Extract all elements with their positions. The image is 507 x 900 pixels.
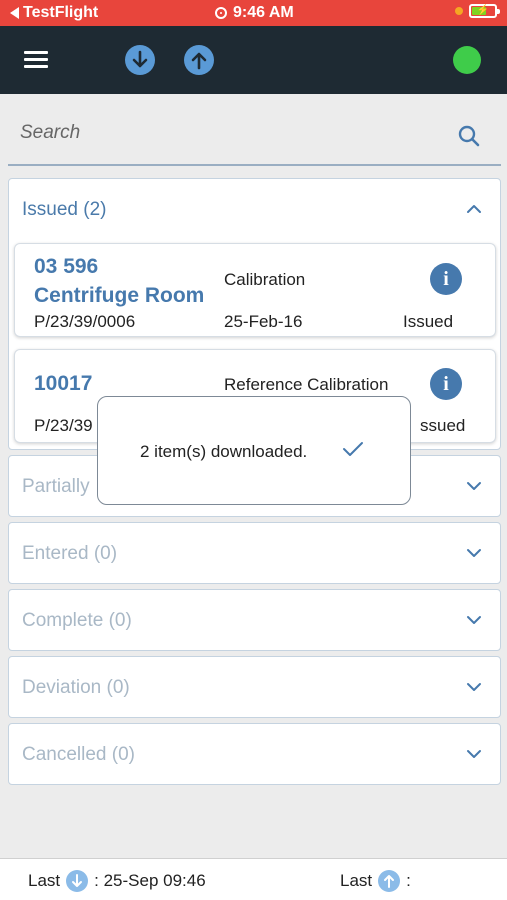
section-header-entered[interactable]: Entered (0) — [9, 523, 500, 585]
toast-message: 2 item(s) downloaded. — [140, 442, 308, 461]
info-icon[interactable]: i — [430, 368, 462, 400]
status-icons: ⚡ — [455, 4, 500, 18]
app-bar — [0, 26, 507, 94]
back-to-app[interactable]: TestFlight — [10, 4, 98, 22]
section-deviation: Deviation (0) — [8, 656, 501, 718]
info-icon[interactable]: i — [430, 263, 462, 295]
item-date: 25-Feb-16 — [224, 312, 303, 331]
last-label: Last — [340, 871, 373, 890]
item-status: ssued — [420, 416, 466, 435]
sync-status-indicator — [453, 46, 481, 74]
search-input[interactable] — [20, 122, 420, 144]
item-type: Reference Calibration — [224, 375, 389, 394]
item-id: 03 596 — [34, 255, 99, 278]
back-arrow-icon — [10, 7, 19, 19]
time-label: 9:46 AM — [233, 4, 294, 21]
download-small-icon — [66, 870, 89, 892]
battery-icon: ⚡ — [469, 4, 500, 18]
chevron-down-icon[interactable] — [466, 681, 482, 693]
item-status: Issued — [403, 312, 454, 331]
section-header-issued[interactable]: Issued (2) — [9, 179, 500, 241]
item-name: Centrifuge Room — [34, 284, 205, 307]
checkmark-icon — [343, 442, 363, 456]
arrow-down-icon — [132, 50, 148, 68]
item-id: 10017 — [34, 372, 93, 395]
upload-small-icon — [378, 870, 401, 892]
section-cancelled: Cancelled (0) — [8, 723, 501, 785]
last-upload-time: : — [406, 871, 411, 890]
last-download-time: : 25-Sep 09:46 — [94, 871, 206, 890]
section-entered: Entered (0) — [8, 522, 501, 584]
item-type: Calibration — [224, 270, 306, 289]
section-complete: Complete (0) — [8, 589, 501, 651]
upload-button[interactable] — [184, 45, 214, 75]
chevron-down-icon[interactable] — [466, 480, 482, 492]
section-header-complete[interactable]: Complete (0) — [9, 590, 500, 652]
section-title: Entered (0) — [22, 543, 118, 564]
chevron-up-icon[interactable] — [466, 203, 482, 215]
section-header-cancelled[interactable]: Cancelled (0) — [9, 724, 500, 786]
clock: 9:46 AM — [215, 4, 294, 22]
search-icon[interactable] — [457, 124, 481, 148]
back-app-label: TestFlight — [23, 4, 99, 21]
arrow-up-icon — [191, 52, 207, 70]
chevron-down-icon[interactable] — [466, 547, 482, 559]
search-bar — [8, 104, 501, 166]
section-header-deviation[interactable]: Deviation (0) — [9, 657, 500, 719]
item-ref: P/23/39 — [34, 416, 93, 435]
chevron-down-icon[interactable] — [466, 614, 482, 626]
item-ref: P/23/39/0006 — [34, 312, 136, 331]
last-upload-info: Last : — [340, 870, 411, 892]
section-title: Deviation (0) — [22, 677, 130, 698]
chevron-down-icon[interactable] — [466, 748, 482, 760]
section-title: Issued (2) — [22, 199, 107, 220]
section-title: Partially — [22, 476, 90, 497]
section-title: Cancelled (0) — [22, 744, 135, 765]
status-bar: TestFlight 9:46 AM ⚡ — [0, 0, 507, 26]
sync-footer: Last : 25-Sep 09:46 Last : — [0, 858, 507, 900]
download-toast: 2 item(s) downloaded. — [97, 396, 411, 505]
section-title: Complete (0) — [22, 610, 132, 631]
last-download-info: Last : 25-Sep 09:46 — [28, 870, 206, 892]
alarm-icon — [215, 7, 227, 19]
download-button[interactable] — [125, 45, 155, 75]
recording-dot-icon — [455, 7, 463, 15]
work-order-card[interactable]: 03 596 Centrifuge Room Calibration i P/2… — [14, 243, 496, 337]
menu-icon[interactable] — [24, 51, 48, 69]
last-label: Last — [28, 871, 61, 890]
